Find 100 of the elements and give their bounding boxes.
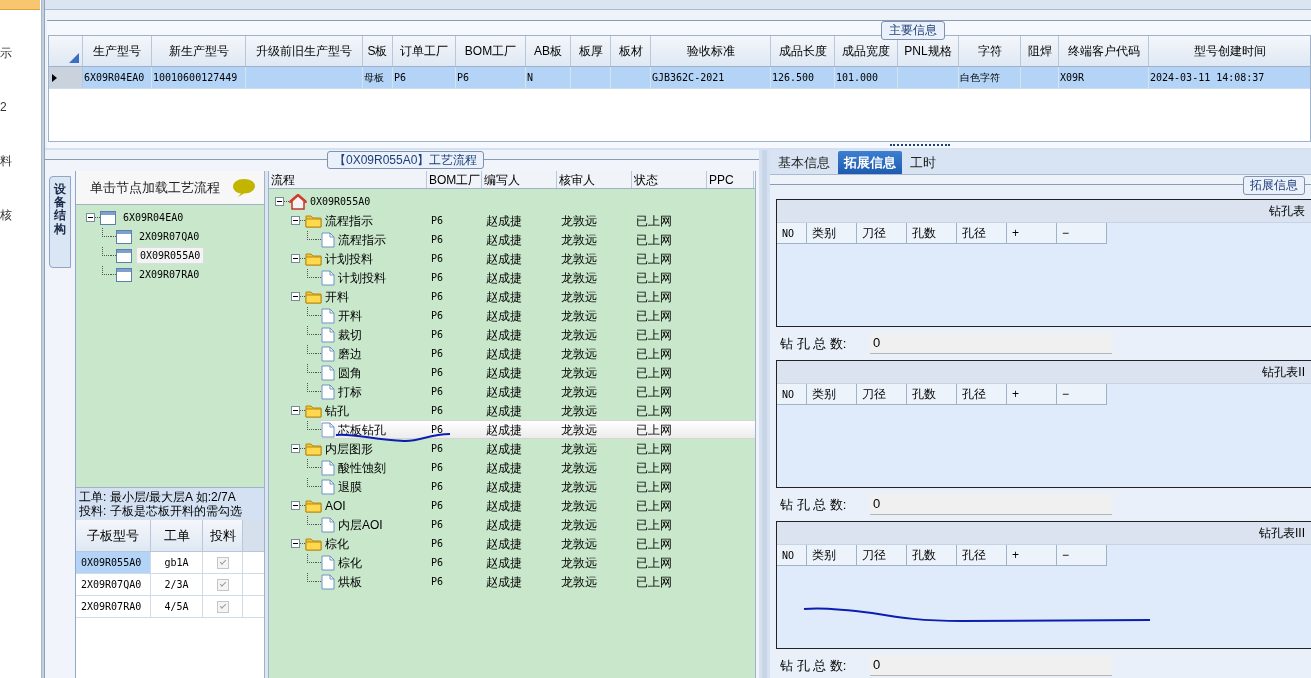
- column-header[interactable]: 升级前旧生产型号: [246, 36, 363, 66]
- tree-row[interactable]: 流程指示 P6 赵成捷 龙敦远 已上网: [321, 230, 755, 249]
- column-header[interactable]: 终端客户代码: [1059, 36, 1149, 66]
- tree-row[interactable]: 退膜 P6 赵成捷 龙敦远 已上网: [321, 477, 755, 496]
- side-tab[interactable]: 设备结构: [49, 176, 71, 268]
- column-header[interactable]: 工单: [151, 520, 203, 551]
- column-header[interactable]: 孔数: [907, 545, 957, 566]
- splitter-grip-icon[interactable]: [890, 144, 950, 148]
- tree-row[interactable]: 计划投料 P6 赵成捷 龙敦远 已上网: [321, 268, 755, 287]
- tree-row[interactable]: 烘板 P6 赵成捷 龙敦远 已上网: [321, 572, 755, 591]
- collapse-icon[interactable]: [291, 444, 300, 453]
- tree-row[interactable]: AOI P6 赵成捷 龙敦远 已上网: [305, 496, 755, 515]
- tree-item[interactable]: 6X09R04EA0: [120, 210, 187, 225]
- column-header[interactable]: 孔径: [957, 223, 1007, 244]
- column-header[interactable]: 刀径: [857, 223, 907, 244]
- column-header[interactable]: 订单工厂: [393, 36, 456, 66]
- tab[interactable]: 拓展信息: [838, 151, 902, 174]
- total-field[interactable]: 0: [870, 655, 1112, 676]
- column-header[interactable]: 编写人: [482, 171, 557, 188]
- column-header[interactable]: PPC: [707, 171, 754, 188]
- column-header[interactable]: 子板型号: [76, 520, 151, 551]
- column-header[interactable]: 阻焊: [1021, 36, 1059, 66]
- tree-row[interactable]: 内层AOI P6 赵成捷 龙敦远 已上网: [321, 515, 755, 534]
- tab[interactable]: 基本信息: [772, 151, 836, 174]
- column-header[interactable]: 刀径: [857, 545, 907, 566]
- column-header[interactable]: 刀径: [857, 384, 907, 405]
- collapse-icon[interactable]: [291, 292, 300, 301]
- sidebar-item[interactable]: 核: [0, 208, 12, 222]
- collapse-icon[interactable]: [291, 254, 300, 263]
- column-header[interactable]: 板材: [611, 36, 651, 66]
- column-header[interactable]: 孔数: [907, 384, 957, 405]
- checkbox[interactable]: [216, 600, 229, 613]
- collapse-icon[interactable]: [86, 213, 95, 222]
- sidebar-item[interactable]: 料: [0, 154, 12, 168]
- total-field[interactable]: 0: [870, 333, 1112, 354]
- sidebar-item[interactable]: 示: [0, 46, 12, 60]
- column-header[interactable]: NO: [777, 384, 807, 405]
- column-header[interactable]: 核审人: [557, 171, 632, 188]
- column-header[interactable]: +: [1007, 384, 1057, 405]
- tree-row[interactable]: 开料 P6 赵成捷 龙敦远 已上网: [321, 306, 755, 325]
- collapse-icon[interactable]: [291, 501, 300, 510]
- column-header[interactable]: 状态: [632, 171, 707, 188]
- column-header[interactable]: 新生产型号: [152, 36, 246, 66]
- sidebar-item[interactable]: 2: [0, 100, 7, 114]
- table-cell[interactable]: 0X09R055A0: [76, 552, 151, 573]
- tree-row[interactable]: 流程指示 P6 赵成捷 龙敦远 已上网: [305, 211, 755, 230]
- column-header[interactable]: −: [1057, 223, 1107, 244]
- tree-row[interactable]: 内层图形 P6 赵成捷 龙敦远 已上网: [305, 439, 755, 458]
- tree-row[interactable]: 打标 P6 赵成捷 龙敦远 已上网: [321, 382, 755, 401]
- column-header[interactable]: 类别: [807, 223, 857, 244]
- collapse-icon[interactable]: [275, 197, 284, 206]
- tree-item[interactable]: 0X09R055A0: [136, 247, 205, 264]
- column-header[interactable]: S板: [363, 36, 393, 66]
- tree-row[interactable]: 棕化 P6 赵成捷 龙敦远 已上网: [305, 534, 755, 553]
- collapse-icon[interactable]: [291, 216, 300, 225]
- table-row[interactable]: 6X09R04EA0 10010600127449 母板 P6 P6 N GJB362C-2021 126.500 101.000 白色字符 X09R 2024-03-11 14:08:37: [49, 67, 1310, 89]
- table-cell: 已上网: [636, 498, 672, 513]
- tree-row[interactable]: 磨边 P6 赵成捷 龙敦远 已上网: [321, 344, 755, 363]
- column-header[interactable]: 型号创建时间: [1149, 36, 1310, 66]
- column-header[interactable]: AB板: [526, 36, 571, 66]
- column-header[interactable]: PNL规格: [898, 36, 959, 66]
- column-header[interactable]: 类别: [807, 384, 857, 405]
- column-header[interactable]: +: [1007, 545, 1057, 566]
- checkbox[interactable]: [216, 578, 229, 591]
- column-header[interactable]: +: [1007, 223, 1057, 244]
- column-header[interactable]: NO: [777, 223, 807, 244]
- column-header[interactable]: 孔径: [957, 384, 1007, 405]
- column-header[interactable]: −: [1057, 384, 1107, 405]
- tab[interactable]: 工时: [904, 151, 942, 174]
- column-header[interactable]: 类别: [807, 545, 857, 566]
- column-header[interactable]: 生产型号: [83, 36, 152, 66]
- table-cell[interactable]: 2X09R07RA0: [76, 596, 151, 617]
- tree-row[interactable]: 酸性蚀刻 P6 赵成捷 龙敦远 已上网: [321, 458, 755, 477]
- collapse-icon[interactable]: [291, 539, 300, 548]
- column-header[interactable]: 孔数: [907, 223, 957, 244]
- column-header[interactable]: −: [1057, 545, 1107, 566]
- total-field[interactable]: 0: [870, 494, 1112, 515]
- column-header[interactable]: NO: [777, 545, 807, 566]
- tree-row[interactable]: 圆角 P6 赵成捷 龙敦远 已上网: [321, 363, 755, 382]
- table-cell[interactable]: 2X09R07QA0: [76, 574, 151, 595]
- column-header[interactable]: 孔径: [957, 545, 1007, 566]
- tree-row[interactable]: 0X09R055A0: [289, 192, 755, 211]
- tree-row[interactable]: 计划投料 P6 赵成捷 龙敦远 已上网: [305, 249, 755, 268]
- column-header[interactable]: 成品长度: [771, 36, 835, 66]
- checkbox[interactable]: [216, 556, 229, 569]
- tree-row[interactable]: 棕化 P6 赵成捷 龙敦远 已上网: [321, 553, 755, 572]
- tree-item[interactable]: 2X09R07QA0: [136, 229, 203, 244]
- column-header[interactable]: 流程: [269, 171, 427, 188]
- tree-row[interactable]: 裁切 P6 赵成捷 龙敦远 已上网: [321, 325, 755, 344]
- tree-row[interactable]: 钻孔 P6 赵成捷 龙敦远 已上网: [305, 401, 755, 420]
- column-header[interactable]: 字符: [959, 36, 1021, 66]
- column-header[interactable]: 验收标准: [651, 36, 771, 66]
- tree-item[interactable]: 2X09R07RA0: [136, 267, 203, 282]
- column-header[interactable]: 成品宽度: [835, 36, 898, 66]
- tree-row[interactable]: 开料 P6 赵成捷 龙敦远 已上网: [305, 287, 755, 306]
- column-header[interactable]: BOM工厂: [427, 171, 482, 188]
- column-header[interactable]: BOM工厂: [456, 36, 526, 66]
- column-header[interactable]: 板厚: [571, 36, 611, 66]
- collapse-icon[interactable]: [291, 406, 300, 415]
- column-header[interactable]: 投料: [203, 520, 243, 551]
